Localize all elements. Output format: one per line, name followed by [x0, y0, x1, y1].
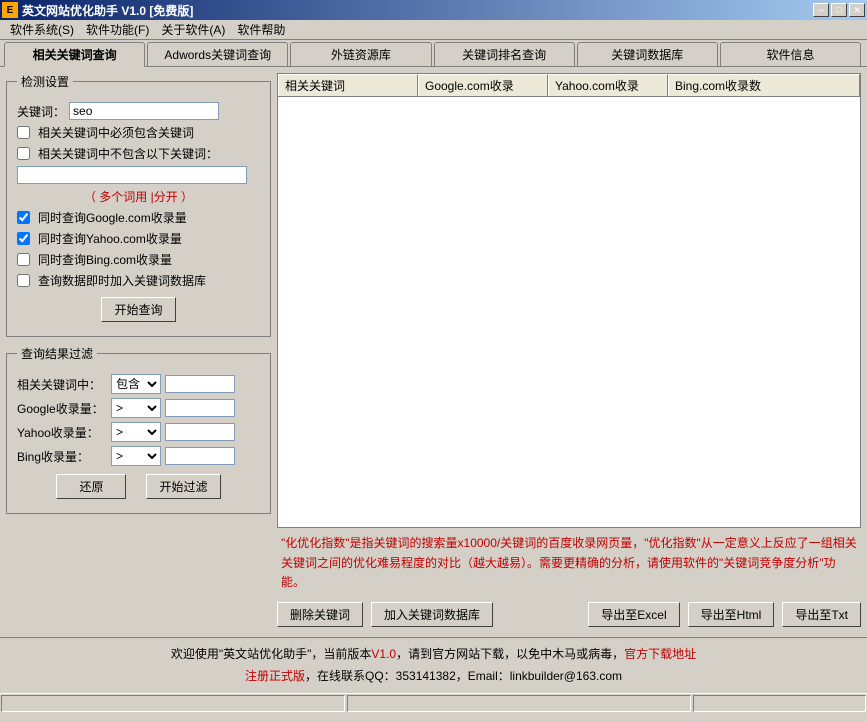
check-google-checkbox[interactable] [17, 211, 30, 224]
menu-system[interactable]: 软件系统(S) [4, 19, 80, 40]
menu-about[interactable]: 关于软件(A) [155, 19, 231, 40]
add-db-label: 查询数据即时加入关键词数据库 [38, 272, 206, 289]
titlebar: E 英文网站优化助手 V1.0 [免费版] ─ □ ✕ [0, 0, 867, 20]
minimize-button[interactable]: ─ [813, 3, 829, 17]
footer-line1b: ，请到官方网站下载，以免中木马或病毒， [396, 647, 624, 661]
must-contain-checkbox[interactable] [17, 126, 30, 139]
download-link[interactable]: 官方下载地址 [624, 647, 696, 661]
maximize-button[interactable]: □ [831, 3, 847, 17]
status-cell-1 [1, 695, 345, 712]
google-value-input[interactable] [165, 399, 235, 417]
add-db-checkbox[interactable] [17, 274, 30, 287]
yahoo-op-select[interactable]: > [111, 422, 161, 442]
window-title: 英文网站优化助手 V1.0 [免费版] [22, 2, 813, 19]
footer-line1a: 欢迎使用"英文站优化助手"，当前版本 [171, 647, 372, 661]
detect-legend: 检测设置 [17, 73, 73, 90]
optimization-hint: "化优化指数"是指关键词的搜索量x10000/关键词的百度收录网页量，"优化指数… [277, 528, 861, 598]
footer: 欢迎使用"英文站优化助手"，当前版本V1.0，请到官方网站下载，以免中木马或病毒… [0, 637, 867, 693]
bing-op-select[interactable]: > [111, 446, 161, 466]
keyword-label: 关键词： [17, 103, 65, 120]
bing-value-input[interactable] [165, 447, 235, 465]
check-bing-label: 同时查询Bing.com收录量 [38, 251, 172, 268]
related-value-input[interactable] [165, 375, 235, 393]
check-yahoo-checkbox[interactable] [17, 232, 30, 245]
footer-version: V1.0 [371, 647, 396, 661]
menubar: 软件系统(S) 软件功能(F) 关于软件(A) 软件帮助 [0, 20, 867, 40]
menu-help[interactable]: 软件帮助 [231, 19, 291, 40]
must-exclude-checkbox[interactable] [17, 147, 30, 160]
yahoo-value-input[interactable] [165, 423, 235, 441]
start-filter-button[interactable]: 开始过滤 [146, 474, 220, 499]
tab-strip: 相关关键词查询 Adwords关键词查询 外链资源库 关键词排名查询 关键词数据… [0, 40, 867, 67]
app-icon: E [2, 2, 18, 18]
exclude-input[interactable] [17, 166, 247, 184]
filter-legend: 查询结果过滤 [17, 345, 97, 362]
tab-ranking[interactable]: 关键词排名查询 [434, 42, 575, 66]
must-contain-label: 相关关键词中必须包含关键词 [38, 124, 194, 141]
keyword-input[interactable] [69, 102, 219, 120]
detect-settings-group: 检测设置 关键词： 相关关键词中必须包含关键词 相关关键词中不包含以下关键词： … [6, 73, 271, 337]
tab-related-keyword[interactable]: 相关关键词查询 [4, 42, 145, 67]
related-filter-label: 相关关键词中： [17, 376, 107, 393]
statusbar [0, 693, 867, 713]
footer-contact: ，在线联系QQ：353141382，Email：linkbuilder@163.… [305, 669, 622, 683]
check-yahoo-label: 同时查询Yahoo.com收录量 [38, 230, 182, 247]
tab-adwords[interactable]: Adwords关键词查询 [147, 42, 288, 66]
related-op-select[interactable]: 包含 [111, 374, 161, 394]
close-button[interactable]: ✕ [849, 3, 865, 17]
status-cell-3 [693, 695, 866, 712]
add-to-db-button[interactable]: 加入关键词数据库 [371, 602, 493, 627]
delete-keyword-button[interactable]: 删除关键词 [277, 602, 363, 627]
split-hint: （ 多个词用 |分开 ） [84, 188, 193, 205]
export-txt-button[interactable]: 导出至Txt [782, 602, 861, 627]
google-filter-label: Google收录量： [17, 400, 107, 417]
filter-group: 查询结果过滤 相关关键词中： 包含 Google收录量： > Yahoo收录量：… [6, 345, 271, 514]
table-body[interactable] [277, 97, 861, 528]
start-query-button[interactable]: 开始查询 [101, 297, 175, 322]
tab-keyword-db[interactable]: 关键词数据库 [577, 42, 718, 66]
table-header: 相关关键词 Google.com收录 Yahoo.com收录 Bing.com收… [277, 73, 861, 97]
menu-function[interactable]: 软件功能(F) [80, 19, 155, 40]
bing-filter-label: Bing收录量： [17, 448, 107, 465]
check-bing-checkbox[interactable] [17, 253, 30, 266]
reset-filter-button[interactable]: 还原 [56, 474, 126, 499]
export-excel-button[interactable]: 导出至Excel [588, 602, 679, 627]
check-google-label: 同时查询Google.com收录量 [38, 209, 187, 226]
tab-backlink[interactable]: 外链资源库 [290, 42, 431, 66]
col-keyword[interactable]: 相关关键词 [278, 74, 418, 96]
export-html-button[interactable]: 导出至Html [688, 602, 775, 627]
status-cell-2 [347, 695, 691, 712]
register-link[interactable]: 注册正式版 [245, 669, 305, 683]
col-bing[interactable]: Bing.com收录数 [668, 74, 860, 96]
yahoo-filter-label: Yahoo收录量： [17, 424, 107, 441]
google-op-select[interactable]: > [111, 398, 161, 418]
col-yahoo[interactable]: Yahoo.com收录 [548, 74, 668, 96]
col-google[interactable]: Google.com收录 [418, 74, 548, 96]
tab-software-info[interactable]: 软件信息 [720, 42, 861, 66]
must-exclude-label: 相关关键词中不包含以下关键词： [38, 145, 218, 162]
